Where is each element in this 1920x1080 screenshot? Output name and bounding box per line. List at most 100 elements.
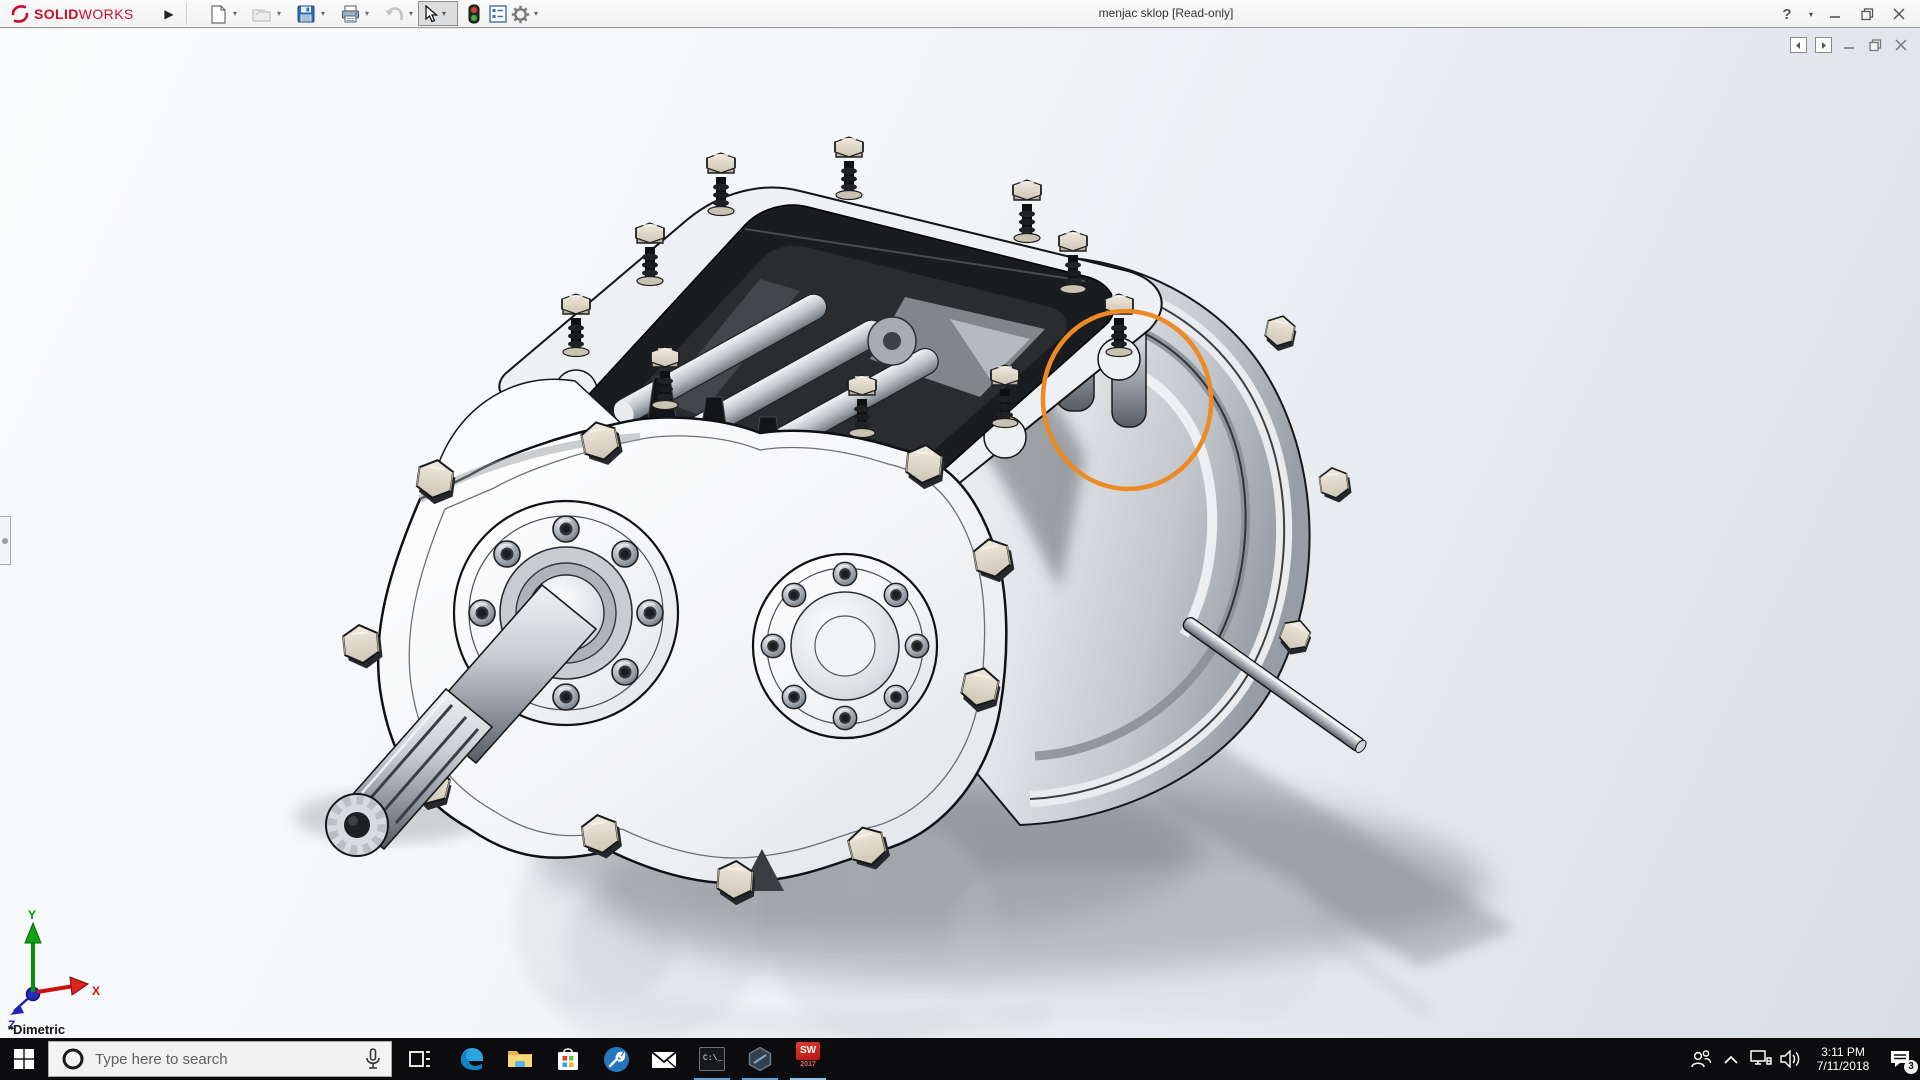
windows-logo-icon — [13, 1048, 35, 1070]
volume-button[interactable] — [1776, 1038, 1806, 1080]
options-button[interactable] — [508, 2, 532, 26]
triangle-left-icon — [1794, 41, 1803, 50]
print-button[interactable] — [338, 2, 362, 26]
feature-manager-collapsed-tab[interactable] — [0, 516, 11, 565]
task-view-button[interactable] — [398, 1038, 442, 1080]
title-bar: SOLIDWORKS ▶ ▾ ▾ ▾ ▾ — [0, 0, 1920, 28]
close-button[interactable] — [1886, 2, 1912, 26]
hexagon-app-icon — [747, 1046, 773, 1072]
windows-taskbar: C:\_ SW 2017 — [0, 1038, 1920, 1080]
new-document-button[interactable] — [206, 2, 230, 26]
rebuild-traffic-light-button[interactable] — [462, 2, 486, 26]
triad-x-label: X — [92, 984, 100, 998]
taskbar-command-prompt[interactable]: C:\_ — [690, 1038, 734, 1080]
taskbar-hexagon-app[interactable] — [738, 1038, 782, 1080]
print-icon — [341, 5, 360, 23]
open-button[interactable] — [250, 2, 274, 26]
brand-bold: SOLID — [34, 6, 79, 22]
clock-date: 7/11/2018 — [1806, 1059, 1880, 1073]
gearbox-3d-model[interactable]: Y X Z — [0, 29, 1920, 1038]
select-tool-dropdown[interactable]: ▾ — [442, 9, 446, 18]
chevron-up-icon — [1724, 1055, 1738, 1064]
open-folder-icon — [252, 6, 272, 22]
taskbar-mail[interactable] — [642, 1038, 686, 1080]
brand-text: SOLIDWORKS — [34, 6, 134, 22]
notification-badge: 3 — [1904, 1060, 1918, 1074]
brand-light: WORKS — [79, 6, 134, 22]
taskbar-file-explorer[interactable] — [498, 1038, 542, 1080]
open-dropdown[interactable]: ▾ — [274, 9, 284, 19]
action-center-button[interactable]: 3 — [1880, 1038, 1920, 1080]
task-view-icon — [408, 1047, 432, 1071]
expand-right-pane-button[interactable] — [1815, 37, 1832, 53]
undo-dropdown[interactable]: ▾ — [406, 9, 416, 19]
taskbar-store[interactable] — [546, 1038, 590, 1080]
menu-expand-arrow-icon[interactable]: ▶ — [160, 4, 178, 24]
command-prompt-icon: C:\_ — [699, 1047, 725, 1071]
document-window-controls — [1790, 37, 1910, 53]
file-explorer-icon — [507, 1048, 533, 1070]
taskbar-solidworks[interactable]: SW 2017 — [786, 1038, 830, 1080]
doc-restore-icon — [1869, 39, 1882, 52]
output-cover-hub — [753, 554, 937, 738]
start-button[interactable] — [0, 1038, 48, 1080]
toolbar-separator — [186, 3, 187, 25]
cortana-icon — [61, 1047, 85, 1071]
doc-restore-button[interactable] — [1866, 37, 1884, 53]
taskbar-search[interactable] — [48, 1041, 392, 1077]
solidworks-logo-icon — [10, 4, 30, 24]
network-button[interactable] — [1746, 1038, 1776, 1080]
properties-list-icon — [489, 5, 507, 23]
taskbar-clock[interactable]: 3:11 PM 7/11/2018 — [1806, 1045, 1880, 1073]
graphics-viewport[interactable]: Y X Z *Dimetric — [0, 29, 1920, 1038]
doc-close-button[interactable] — [1892, 37, 1910, 53]
doc-minimize-button[interactable] — [1840, 37, 1858, 53]
microphone-icon[interactable] — [365, 1048, 381, 1070]
people-icon — [1690, 1050, 1712, 1068]
taskbar-edge[interactable] — [450, 1038, 494, 1080]
network-icon — [1750, 1050, 1772, 1068]
save-button[interactable] — [294, 2, 318, 26]
collapse-left-pane-button[interactable] — [1790, 37, 1807, 53]
speaker-icon — [1780, 1050, 1802, 1068]
save-dropdown[interactable]: ▾ — [318, 9, 328, 19]
people-button[interactable] — [1686, 1038, 1716, 1080]
undo-button[interactable] — [382, 2, 406, 26]
select-tool-button[interactable]: ▾ — [418, 1, 458, 26]
traffic-light-icon — [468, 4, 480, 24]
solidworks-logo: SOLIDWORKS — [10, 3, 134, 25]
view-orientation-label: *Dimetric — [8, 1022, 65, 1037]
help-button[interactable]: ? — [1774, 2, 1800, 26]
clock-time: 3:11 PM — [1806, 1045, 1880, 1059]
store-icon — [556, 1046, 580, 1072]
restore-icon — [1861, 8, 1874, 21]
close-icon — [1893, 8, 1905, 20]
edge-icon — [459, 1046, 485, 1072]
tab-dot-icon — [2, 538, 8, 544]
triangle-right-icon — [1819, 41, 1828, 50]
triad-y-label: Y — [28, 908, 36, 922]
taskbar-tool-app[interactable] — [594, 1038, 638, 1080]
options-gear-icon — [511, 5, 530, 24]
options-dropdown[interactable]: ▾ — [531, 9, 541, 19]
save-floppy-icon — [297, 5, 315, 23]
mail-icon — [651, 1048, 677, 1070]
search-input[interactable] — [95, 1051, 355, 1068]
restore-button[interactable] — [1854, 2, 1880, 26]
undo-icon — [384, 6, 404, 22]
doc-close-icon — [1895, 39, 1907, 51]
document-title: menjac sklop [Read-only] — [1099, 6, 1234, 20]
doc-minimize-icon — [1843, 39, 1855, 51]
minimize-icon — [1829, 8, 1841, 20]
select-cursor-icon — [423, 5, 439, 23]
solidworks-taskbar-icon: SW 2017 — [793, 1042, 823, 1076]
display-settings-button[interactable] — [486, 2, 510, 26]
new-document-dropdown[interactable]: ▾ — [230, 9, 240, 19]
wrench-circle-icon — [603, 1046, 630, 1073]
minimize-button[interactable] — [1822, 2, 1848, 26]
orientation-triad: Y X Z — [8, 908, 100, 1032]
print-dropdown[interactable]: ▾ — [362, 9, 372, 19]
new-document-icon — [210, 5, 227, 24]
help-dropdown[interactable]: ▾ — [1806, 2, 1816, 26]
show-hidden-icons-button[interactable] — [1716, 1038, 1746, 1080]
